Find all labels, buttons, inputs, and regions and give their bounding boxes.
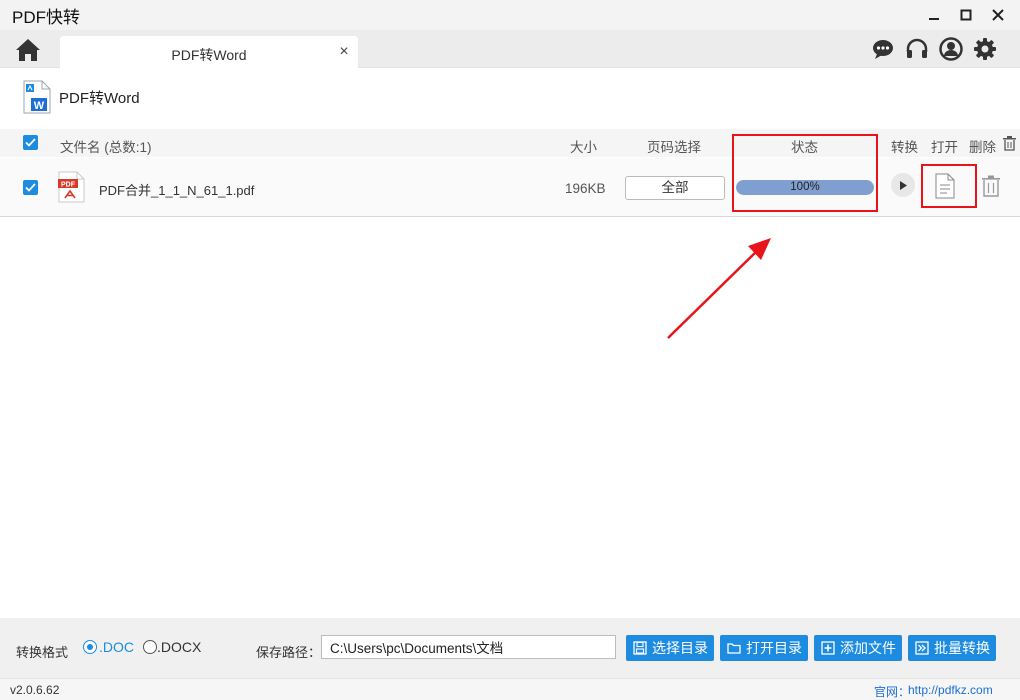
select-all-checkbox[interactable] (23, 135, 38, 150)
section-title: PDF转Word (59, 89, 140, 107)
save-path-input[interactable] (321, 635, 616, 659)
convert-play-icon[interactable] (891, 173, 915, 197)
format-doc-radio[interactable] (83, 640, 97, 654)
choose-dir-button[interactable]: 选择目录 (626, 635, 714, 661)
status-bar: v2.0.6.62 官网： http://pdfkz.com (0, 678, 1020, 700)
headset-icon[interactable] (904, 37, 930, 61)
header-filename: 文件名 (总数:1) (60, 140, 152, 155)
header-delete: 删除 (969, 140, 996, 155)
window-controls (918, 0, 1014, 30)
save-icon (633, 641, 647, 655)
gear-icon[interactable] (972, 37, 998, 61)
minimize-icon[interactable] (918, 0, 950, 30)
svg-text:W: W (34, 100, 45, 112)
title-bar: PDF快转 (0, 0, 1020, 30)
save-path-label: 保存路径： (256, 645, 322, 660)
batch-convert-label: 批量转换 (934, 640, 990, 656)
user-icon[interactable] (938, 37, 964, 61)
status-highlight-box (732, 134, 878, 212)
plus-icon (821, 641, 835, 655)
delete-all-icon[interactable] (1003, 136, 1016, 151)
delete-file-icon[interactable] (981, 175, 1001, 197)
file-name: PDF合并_1_1_N_61_1.pdf (99, 183, 255, 198)
close-icon[interactable] (982, 0, 1014, 30)
header-icons (870, 37, 998, 61)
add-file-label: 添加文件 (840, 640, 896, 656)
section-heading: W PDF转Word (22, 80, 140, 114)
format-label: 转换格式 (16, 645, 69, 660)
site-link[interactable]: http://pdfkz.com (908, 683, 993, 697)
header-size: 大小 (570, 140, 597, 155)
header-convert: 转换 (891, 140, 918, 155)
tab-close-icon[interactable]: × (336, 43, 352, 61)
version-text: v2.0.6.62 (10, 683, 60, 697)
page-select-button[interactable]: 全部 (625, 176, 725, 200)
tab-pdf-to-word[interactable]: PDF转Word × (60, 36, 358, 69)
home-icon[interactable] (14, 37, 42, 63)
folder-icon (727, 643, 741, 654)
bottom-bar: 转换格式 .DOC .DOCX 保存路径： 选择目录 打开目录 添加文件 批量转… (0, 618, 1020, 678)
file-size: 196KB (565, 181, 606, 196)
annotation-arrow (667, 238, 771, 339)
app-title: PDF快转 (12, 7, 80, 27)
batch-convert-button[interactable]: 批量转换 (908, 635, 996, 661)
maximize-icon[interactable] (950, 0, 982, 30)
tab-bar: PDF转Word × (0, 30, 1020, 69)
open-highlight-box (921, 164, 977, 208)
format-docx-radio[interactable] (143, 640, 157, 654)
word-document-icon: W (22, 80, 52, 114)
chat-icon[interactable] (870, 37, 896, 61)
pdf-file-icon: PDF (58, 171, 85, 203)
format-docx-label[interactable]: .DOCX (157, 639, 201, 655)
open-dir-label: 打开目录 (746, 640, 802, 656)
choose-dir-label: 选择目录 (652, 640, 708, 656)
row-checkbox[interactable] (23, 180, 38, 195)
header-page-select: 页码选择 (647, 140, 701, 155)
open-dir-button[interactable]: 打开目录 (720, 635, 808, 661)
header-open: 打开 (931, 140, 958, 155)
tab-label: PDF转Word (171, 47, 247, 63)
svg-text:PDF: PDF (61, 182, 76, 189)
site-label: 官网： (874, 685, 911, 699)
format-doc-label[interactable]: .DOC (99, 639, 134, 655)
add-file-button[interactable]: 添加文件 (814, 635, 902, 661)
fast-forward-icon (915, 641, 929, 655)
